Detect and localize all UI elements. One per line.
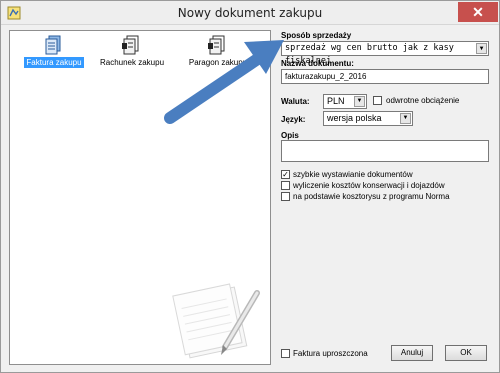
close-button[interactable]: ✕ <box>458 2 498 22</box>
language-label: Język: <box>281 115 306 124</box>
option-checkbox-maintenance-costs[interactable] <box>281 181 290 190</box>
language-select[interactable]: wersja polska ▼ <box>323 111 413 126</box>
cancel-button-label: Anuluj <box>400 348 424 357</box>
option-label: na podstawie kosztorysu z programu Norma <box>293 192 450 201</box>
sale-method-select[interactable]: sprzedaż wg cen brutto jak z kasy fiskal… <box>281 41 489 66</box>
currency-select[interactable]: PLN ▼ <box>323 94 367 109</box>
simplified-invoice-label: Faktura uproszczona <box>293 349 368 358</box>
document-item-label: Rachunek zakupu <box>99 58 165 67</box>
cancel-button[interactable]: Anuluj <box>391 345 433 361</box>
bill-icon <box>122 35 139 55</box>
document-item-receipt[interactable]: Paragon zakupu <box>180 35 256 75</box>
option-checkbox-norma-estimate[interactable] <box>281 192 290 201</box>
notepad-pen-illustration <box>172 283 260 359</box>
dialog-window: Nowy dokument zakupu ✕ Faktura zakupu Ra… <box>0 0 500 373</box>
ok-button-label: OK <box>460 348 472 357</box>
reverse-charge-checkbox[interactable] <box>373 96 382 105</box>
reverse-charge-label: odwrotne obciążenie <box>386 96 460 105</box>
description-input[interactable] <box>281 140 489 162</box>
title-bar[interactable]: Nowy dokument zakupu ✕ <box>1 1 499 25</box>
language-value: wersja polska <box>327 113 382 123</box>
document-name-input[interactable]: fakturazakupu_2_2016 <box>281 69 489 84</box>
description-label: Opis <box>281 131 299 140</box>
ok-button[interactable]: OK <box>445 345 487 361</box>
document-name-label: Nazwa dokumentu: <box>281 59 354 68</box>
chevron-down-icon[interactable]: ▼ <box>354 96 365 107</box>
document-item-label: Faktura zakupu <box>24 57 84 68</box>
receipt-icon <box>208 35 225 55</box>
option-checkbox-quick-issue[interactable]: ✓ <box>281 170 290 179</box>
document-item-bill[interactable]: Rachunek zakupu <box>94 35 170 75</box>
window-title: Nowy dokument zakupu <box>177 6 323 20</box>
simplified-invoice-checkbox[interactable] <box>281 349 290 358</box>
chevron-down-icon[interactable]: ▼ <box>400 113 411 124</box>
document-item-label: Paragon zakupu <box>188 58 248 67</box>
sale-method-label: Sposób sprzedaży <box>281 31 352 40</box>
chevron-down-icon[interactable]: ▼ <box>476 43 487 54</box>
option-label: szybkie wystawianie dokumentów <box>293 170 413 179</box>
invoice-icon <box>45 35 61 55</box>
currency-value: PLN <box>327 96 345 106</box>
currency-label: Waluta: <box>281 97 310 106</box>
option-label: wyliczenie kosztów konserwacji i dojazdó… <box>293 181 445 190</box>
document-item-invoice[interactable]: Faktura zakupu <box>16 35 92 75</box>
